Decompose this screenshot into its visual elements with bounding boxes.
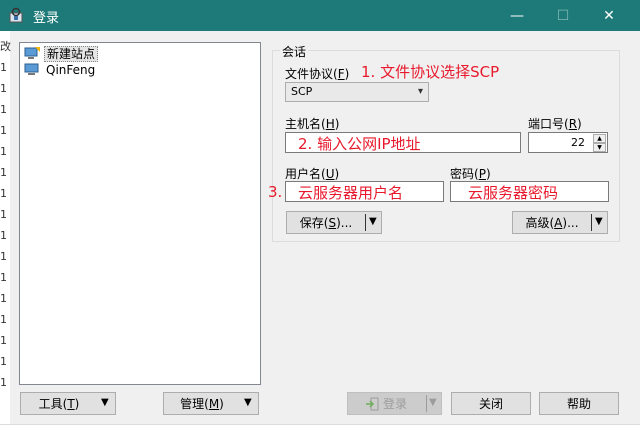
chevron-down-icon[interactable]: ▼	[595, 216, 603, 227]
maximize-button: ☐	[556, 7, 570, 24]
annotation-password: 云服务器密码	[468, 184, 559, 202]
title-bar: 登录 — ☐ ✕	[0, 0, 640, 31]
bg-text: 1	[0, 208, 7, 221]
annotation-protocol: 1. 文件协议选择SCP	[361, 63, 500, 81]
spin-up-icon[interactable]: ▲	[593, 134, 606, 143]
bg-text: 1	[0, 292, 7, 305]
port-spin-buttons[interactable]: ▲ ▼	[593, 134, 606, 152]
tools-button-label[interactable]: 工具(T)	[21, 393, 97, 414]
bg-text: 1	[0, 271, 7, 284]
chevron-down-icon[interactable]: ▼	[101, 397, 109, 408]
username-input[interactable]: 云服务器用户名	[285, 181, 444, 202]
window-title: 登录	[33, 11, 60, 26]
split-divider	[591, 214, 592, 231]
save-button-label[interactable]: 保存(S)...	[287, 212, 365, 233]
minimize-button[interactable]: —	[494, 0, 540, 31]
username-label: 用户名(U)	[285, 167, 340, 181]
bg-text: 1	[0, 334, 7, 347]
chevron-down-icon[interactable]: ▼	[244, 397, 252, 408]
help-button[interactable]: 帮助	[539, 392, 619, 415]
close-button[interactable]: 关闭	[451, 392, 531, 415]
login-icon	[365, 397, 379, 410]
bg-text: 1	[0, 355, 7, 368]
site-item-label: QinFeng	[46, 63, 96, 77]
port-value: 22	[571, 136, 585, 149]
port-label: 端口号(R)	[528, 117, 582, 131]
advanced-button-label[interactable]: 高级(A)...	[513, 212, 591, 233]
bg-text: 1	[0, 61, 7, 74]
spin-down-icon[interactable]: ▼	[593, 143, 606, 152]
password-input[interactable]: 云服务器密码	[450, 181, 609, 202]
advanced-button[interactable]: 高级(A)... ▼	[512, 211, 608, 234]
annotation-step3: 3.	[268, 183, 283, 201]
tools-button[interactable]: 工具(T) ▼	[20, 392, 116, 415]
split-divider	[365, 214, 366, 231]
host-input[interactable]: 2. 输入公网IP地址	[285, 132, 521, 153]
computer-icon	[24, 63, 39, 75]
port-spinner[interactable]: 22 ▲ ▼	[528, 132, 608, 153]
manage-button[interactable]: 管理(M) ▼	[163, 392, 259, 415]
login-button: 登录 ▼	[347, 392, 442, 415]
background-window-edge: 改 1 1 1 1 1 1 1 1 1 1 1 1 1 1 1 1	[0, 31, 11, 430]
chevron-down-icon[interactable]: ▼	[369, 216, 377, 227]
split-divider	[426, 395, 427, 412]
bg-text: 1	[0, 82, 7, 95]
bg-text: 1	[0, 229, 7, 242]
manage-button-label[interactable]: 管理(M)	[164, 393, 240, 414]
session-group-title: 会话	[280, 43, 309, 60]
login-button-label: 登录	[348, 393, 424, 414]
protocol-value: SCP	[291, 85, 313, 98]
save-button[interactable]: 保存(S)... ▼	[286, 211, 382, 234]
new-site-icon	[24, 47, 40, 59]
annotation-host: 2. 输入公网IP地址	[298, 135, 421, 153]
bg-text: 1	[0, 103, 7, 116]
site-item-label: 新建站点	[44, 46, 99, 62]
chevron-down-icon: ▼	[429, 397, 437, 408]
close-window-button[interactable]: ✕	[586, 0, 632, 31]
bg-text: 1	[0, 376, 7, 389]
bg-text: 改	[0, 40, 11, 53]
bg-text: 1	[0, 313, 7, 326]
protocol-label: 文件协议(F)	[285, 67, 350, 81]
password-label: 密码(P)	[450, 167, 491, 181]
bg-text: 1	[0, 145, 7, 158]
bg-text: 1	[0, 166, 7, 179]
chevron-down-icon: ▾	[417, 86, 423, 97]
site-tree[interactable]: 新建站点 QinFeng	[19, 42, 261, 385]
site-item-qinfeng[interactable]: QinFeng	[24, 62, 97, 78]
protocol-select[interactable]: SCP ▾	[285, 82, 429, 102]
winscp-app-icon	[9, 7, 23, 23]
site-item-new[interactable]: 新建站点	[24, 46, 99, 62]
annotation-username: 云服务器用户名	[298, 184, 404, 202]
bg-text: 1	[0, 124, 7, 137]
host-label: 主机名(H)	[285, 117, 340, 131]
bg-text: 1	[0, 250, 7, 263]
bg-text: 1	[0, 187, 7, 200]
